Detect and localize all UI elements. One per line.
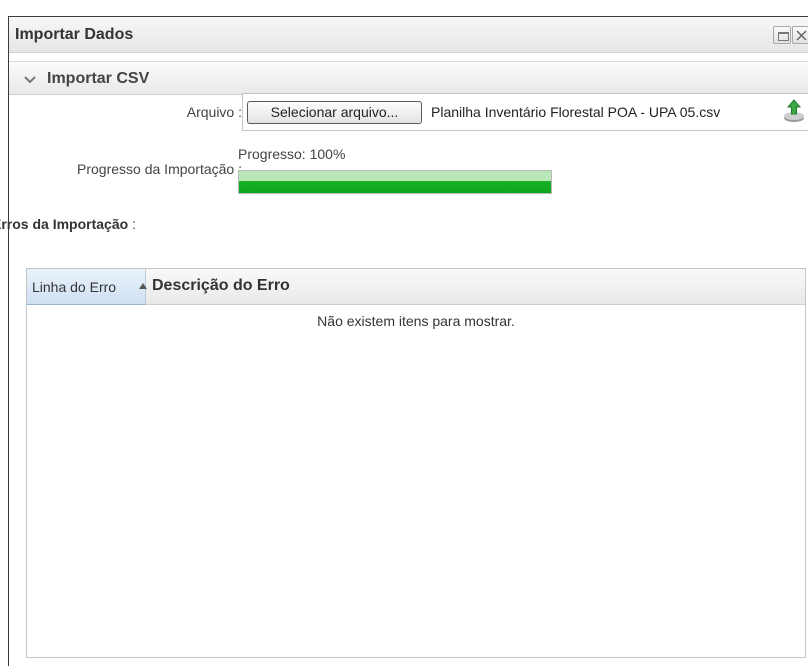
progress-text: Progresso: 100% — [238, 146, 346, 162]
import-progress-bar — [238, 170, 552, 194]
progress-fill — [239, 171, 551, 193]
arquivo-label: Arquivo : — [186, 104, 242, 120]
grid-header: Linha do Erro Descrição do Erro — [27, 269, 805, 305]
upload-icon[interactable] — [783, 98, 805, 127]
sort-asc-icon — [139, 276, 147, 292]
column-header-linha-do-erro[interactable]: Linha do Erro — [27, 269, 147, 305]
close-icon[interactable] — [792, 26, 808, 44]
restore-window-icon[interactable] — [773, 26, 791, 44]
empty-message: Não existem itens para mostrar. — [317, 313, 515, 329]
errors-label-suffix: : — [128, 216, 136, 232]
column-header-label: Linha do Erro — [32, 279, 117, 295]
progress-label: Progresso da Importação : — [77, 161, 242, 177]
chevron-down-icon[interactable] — [24, 72, 36, 88]
import-csv-section-header[interactable]: Importar CSV — [9, 61, 808, 95]
section-title: Importar CSV — [47, 70, 150, 87]
errors-grid: Linha do Erro Descrição do Erro Não exis… — [26, 268, 806, 658]
errors-label-text: Erros da Importação — [0, 216, 129, 232]
selected-file-name: Planilha Inventário Florestal POA - UPA … — [431, 104, 721, 120]
column-header-descricao-do-erro[interactable]: Descrição do Erro — [152, 277, 290, 295]
select-file-button[interactable]: Selecionar arquivo... — [247, 101, 422, 124]
window-title: Importar Dados — [15, 26, 134, 43]
errors-label: Erros da Importação : — [0, 216, 136, 232]
window-titlebar: Importar Dados — [9, 17, 808, 53]
